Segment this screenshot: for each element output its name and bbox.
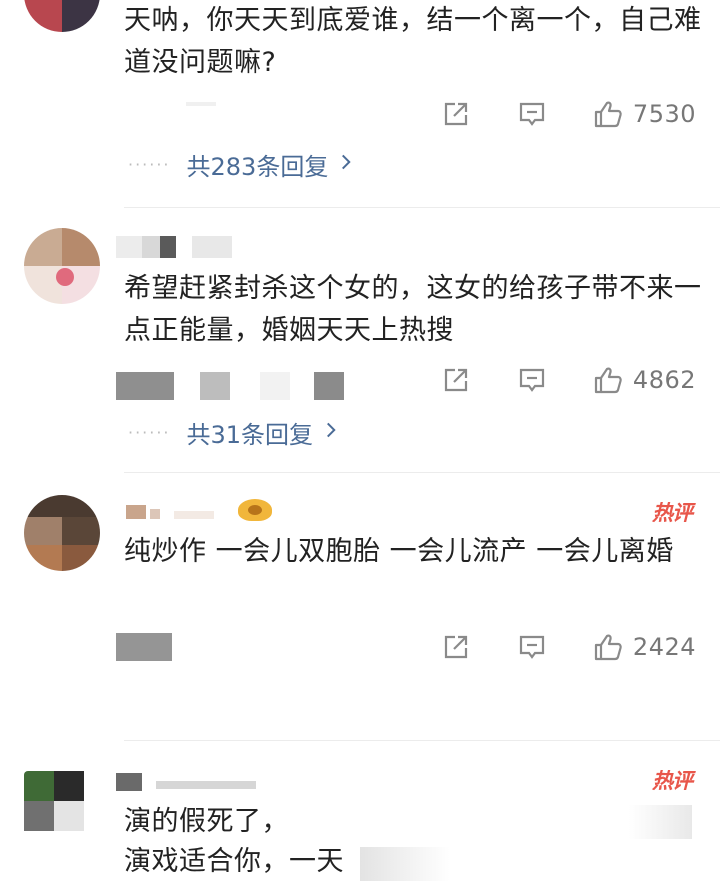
chevron-right-icon bbox=[325, 420, 337, 445]
comment-meta bbox=[116, 372, 356, 400]
replies-link[interactable]: ······ 共31条回复 bbox=[128, 414, 337, 450]
reply-dots: ······ bbox=[128, 422, 171, 442]
reply-dots: ······ bbox=[128, 154, 171, 174]
comment-icon[interactable] bbox=[517, 365, 547, 395]
avatar[interactable] bbox=[24, 228, 100, 304]
hot-comment-badge: 热评 bbox=[652, 768, 693, 793]
thumbs-up-icon bbox=[593, 365, 623, 395]
redaction-blur bbox=[340, 805, 692, 839]
comment-meta bbox=[116, 633, 176, 661]
like-button[interactable]: 4862 bbox=[593, 365, 696, 395]
reply-count: 共31条回复 bbox=[186, 420, 314, 449]
comment-icon[interactable] bbox=[517, 632, 547, 662]
comment-item: 希望赶紧封杀这个女的，这女的给孩子带不来一点正能量，婚姻天天上热搜 4862 ·… bbox=[0, 208, 720, 470]
comment-text: 演戏适合你，一天 bbox=[124, 846, 344, 877]
username[interactable] bbox=[116, 773, 266, 795]
action-bar: 4862 bbox=[441, 360, 696, 400]
comment-item: 天呐，你天天到底爱谁，结一个离一个，自己难道没问题嘛? 7530 ······ … bbox=[0, 0, 720, 206]
share-icon[interactable] bbox=[441, 632, 471, 662]
replies-link[interactable]: ······ 共283条回复 bbox=[128, 146, 352, 182]
hot-comment-badge: 热评 bbox=[652, 500, 693, 525]
comment-text: 纯炒作 一会儿双胞胎 一会儿流产 一会儿离婚 bbox=[124, 536, 674, 567]
thumbs-up-icon bbox=[593, 99, 623, 129]
share-icon[interactable] bbox=[441, 365, 471, 395]
username[interactable] bbox=[116, 236, 236, 258]
comment-icon[interactable] bbox=[517, 99, 547, 129]
comment-item: 热评 演的假死了， 演戏适合你，一天 bbox=[0, 741, 720, 882]
comment-meta bbox=[116, 96, 236, 124]
comment-item: 热评 纯炒作 一会儿双胞胎 一会儿流产 一会儿离婚 2424 bbox=[0, 473, 720, 739]
avatar[interactable] bbox=[24, 0, 100, 32]
action-bar: 7530 bbox=[441, 94, 696, 134]
comment-text: 天呐，你天天到底爱谁，结一个离一个，自己难道没问题嘛? bbox=[124, 5, 702, 78]
like-count: 7530 bbox=[632, 100, 696, 128]
chevron-right-icon bbox=[340, 152, 352, 177]
like-count: 2424 bbox=[632, 633, 696, 661]
share-icon[interactable] bbox=[441, 99, 471, 129]
comment-text: 希望赶紧封杀这个女的，这女的给孩子带不来一点正能量，婚姻天天上热搜 bbox=[124, 273, 702, 346]
thumbs-up-icon bbox=[593, 632, 623, 662]
username[interactable] bbox=[116, 499, 276, 521]
avatar[interactable] bbox=[24, 771, 100, 847]
like-button[interactable]: 2424 bbox=[593, 632, 696, 662]
like-count: 4862 bbox=[632, 366, 696, 394]
comment-text: 演的假死了， bbox=[124, 806, 289, 837]
action-bar: 2424 bbox=[441, 627, 696, 667]
like-button[interactable]: 7530 bbox=[593, 99, 696, 129]
avatar[interactable] bbox=[24, 495, 100, 571]
reply-count: 共283条回复 bbox=[186, 152, 329, 181]
redaction-blur bbox=[360, 847, 450, 881]
